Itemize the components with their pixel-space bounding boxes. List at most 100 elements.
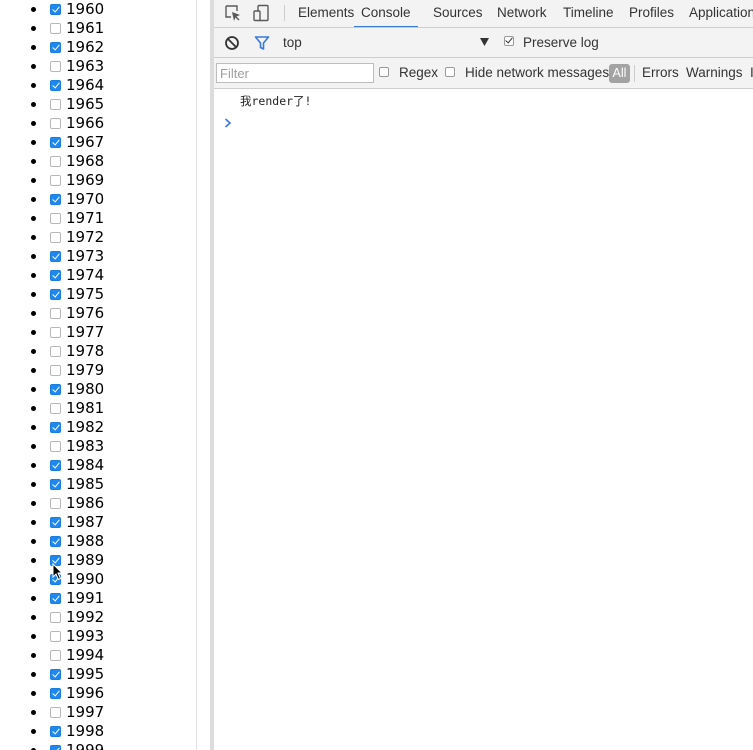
inspect-element-icon[interactable] (224, 4, 242, 22)
year-checkbox[interactable] (50, 536, 61, 547)
year-label: 1997 (66, 703, 105, 721)
year-checkbox[interactable] (50, 213, 61, 224)
year-checkbox[interactable] (50, 327, 61, 338)
year-checkbox[interactable] (50, 707, 61, 718)
preserve-log-checkbox[interactable] (504, 36, 514, 46)
year-label: 1994 (66, 646, 105, 664)
bullet-icon (31, 178, 36, 183)
tab-network[interactable]: Network (497, 0, 547, 27)
regex-label: Regex (399, 65, 439, 80)
level-all-button[interactable]: All (609, 64, 630, 83)
year-checkbox[interactable] (50, 669, 61, 680)
year-checkbox[interactable] (50, 460, 61, 471)
bullet-icon (31, 311, 36, 316)
year-label: 1990 (66, 570, 105, 588)
year-checkbox[interactable] (50, 194, 61, 205)
list-item: 1995 (0, 665, 196, 684)
tab-timeline[interactable]: Timeline (563, 0, 614, 27)
year-checkbox[interactable] (50, 346, 61, 357)
year-checkbox[interactable] (50, 593, 61, 604)
year-checkbox[interactable] (50, 232, 61, 243)
list-item: 1989 (0, 551, 196, 570)
list-item: 1964 (0, 76, 196, 95)
clear-console-icon[interactable] (224, 35, 240, 51)
level-warnings-button[interactable]: Warnings (686, 58, 743, 88)
console-prompt-chevron-icon (224, 118, 232, 128)
list-item: 1997 (0, 703, 196, 722)
bullet-icon (31, 368, 36, 373)
preserve-log-label: Preserve log (523, 35, 599, 50)
level-separator (634, 65, 635, 82)
bullet-icon (31, 102, 36, 107)
year-label: 1980 (66, 380, 105, 398)
year-checkbox[interactable] (50, 365, 61, 376)
year-checkbox[interactable] (50, 631, 61, 642)
list-item: 1977 (0, 323, 196, 342)
year-label: 1970 (66, 190, 105, 208)
list-item: 1961 (0, 19, 196, 38)
list-item: 1990 (0, 570, 196, 589)
year-checkbox[interactable] (50, 251, 61, 262)
year-checkbox[interactable] (50, 745, 61, 750)
console-filter-bar: Regex Hide network messages All Errors W… (214, 58, 753, 89)
year-checkbox[interactable] (50, 61, 61, 72)
page-scroll-gutter (196, 0, 210, 750)
tab-elements[interactable]: Elements (298, 0, 354, 27)
year-checkbox[interactable] (50, 118, 61, 129)
filter-input[interactable] (216, 63, 374, 83)
tab-profiles[interactable]: Profiles (629, 0, 674, 27)
year-checkbox[interactable] (50, 4, 61, 15)
year-checkbox[interactable] (50, 612, 61, 623)
year-checkbox[interactable] (50, 289, 61, 300)
tab-sources[interactable]: Sources (433, 0, 483, 27)
year-checkbox[interactable] (50, 688, 61, 699)
context-selector[interactable]: top (283, 28, 302, 57)
year-checkbox[interactable] (50, 99, 61, 110)
device-toolbar-icon[interactable] (252, 4, 270, 22)
year-checkbox[interactable] (50, 80, 61, 91)
console-toolbar: top Preserve log (214, 28, 753, 58)
year-label: 1964 (66, 76, 105, 94)
console-messages[interactable]: 我render了! (214, 89, 753, 750)
year-checkbox[interactable] (50, 441, 61, 452)
year-checkbox[interactable] (50, 403, 61, 414)
tab-application[interactable]: Application (689, 0, 753, 27)
tab-console[interactable]: Console (354, 0, 418, 27)
year-checkbox[interactable] (50, 726, 61, 737)
year-checkbox[interactable] (50, 650, 61, 661)
year-checkbox[interactable] (50, 517, 61, 528)
list-item: 1992 (0, 608, 196, 627)
list-item: 1986 (0, 494, 196, 513)
year-checkbox[interactable] (50, 270, 61, 281)
bullet-icon (31, 615, 36, 620)
list-item: 1985 (0, 475, 196, 494)
regex-checkbox[interactable] (379, 67, 389, 77)
year-checkbox[interactable] (50, 42, 61, 53)
year-checkbox[interactable] (50, 23, 61, 34)
year-checkbox[interactable] (50, 498, 61, 509)
list-item: 1991 (0, 589, 196, 608)
year-checkbox[interactable] (50, 175, 61, 186)
year-label: 1998 (66, 722, 105, 740)
year-label: 1960 (66, 0, 105, 18)
filter-icon[interactable] (254, 35, 270, 51)
bullet-icon (31, 273, 36, 278)
bullet-icon (31, 235, 36, 240)
year-checkbox[interactable] (50, 156, 61, 167)
level-errors-button[interactable]: Errors (642, 58, 679, 88)
year-label: 1977 (66, 323, 105, 341)
year-checkbox[interactable] (50, 137, 61, 148)
bullet-icon (31, 558, 36, 563)
mouse-cursor-icon (52, 563, 64, 581)
year-label: 1989 (66, 551, 105, 569)
bullet-icon (31, 349, 36, 354)
year-label: 1979 (66, 361, 105, 379)
year-label: 1995 (66, 665, 105, 683)
year-checkbox[interactable] (50, 479, 61, 490)
hide-network-checkbox[interactable] (445, 67, 455, 77)
year-checkbox[interactable] (50, 422, 61, 433)
dropdown-arrow-icon[interactable] (480, 38, 489, 46)
year-checkbox[interactable] (50, 308, 61, 319)
list-item: 1969 (0, 171, 196, 190)
year-checkbox[interactable] (50, 384, 61, 395)
